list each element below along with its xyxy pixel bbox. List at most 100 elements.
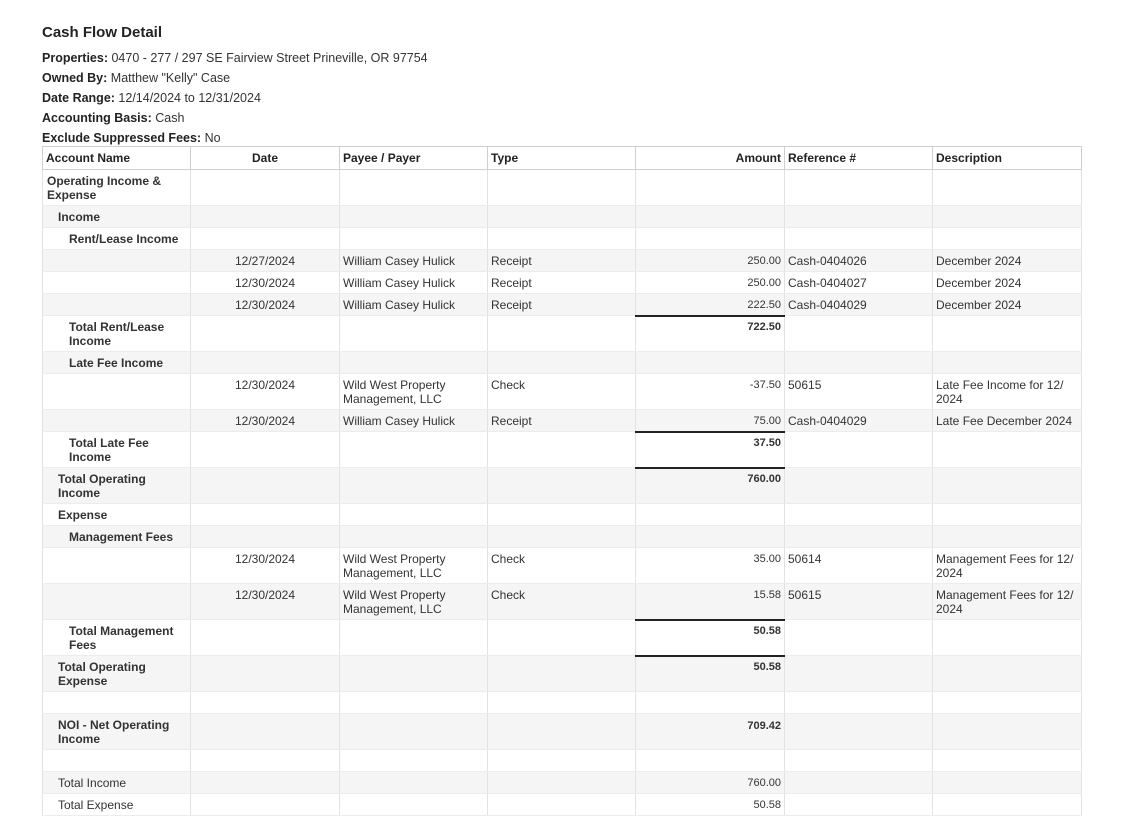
tx-amount: 250.00 (635, 249, 785, 272)
section-row: Expense (42, 503, 1082, 526)
tx-reference: Cash-0404029 (784, 409, 933, 432)
tx-date: 12/27/2024 (190, 249, 340, 272)
table-row[interactable]: 12/27/2024 William Casey Hulick Receipt … (42, 249, 1082, 272)
table-header-row: Account Name Date Payee / Payer Type Amo… (42, 146, 1082, 170)
section-label: Late Fee Income (42, 351, 191, 374)
meta-value: Matthew "Kelly" Case (110, 71, 231, 85)
meta-value: No (204, 131, 221, 145)
meta-properties: Properties: 0470 - 277 / 297 SE Fairview… (42, 51, 428, 65)
tx-amount: 222.50 (635, 293, 785, 316)
table-row[interactable]: 12/30/2024 Wild West Property Management… (42, 373, 1082, 410)
spacer-row (42, 749, 1082, 772)
meta-value: 12/14/2024 to 12/31/2024 (118, 91, 261, 105)
section-row: Management Fees (42, 525, 1082, 548)
col-header-type[interactable]: Type (487, 146, 636, 170)
subtotal-amount: 722.50 (635, 314, 785, 352)
tx-description: December 2024 (932, 293, 1082, 316)
subtotal-amount: 50.58 (635, 618, 785, 656)
meta-label: Properties: (42, 51, 108, 65)
tx-description: December 2024 (932, 249, 1082, 272)
tx-date: 12/30/2024 (190, 547, 340, 584)
meta-exclude-suppressed: Exclude Suppressed Fees: No (42, 131, 221, 145)
col-header-reference[interactable]: Reference # (784, 146, 933, 170)
subtotal-label: Total Operating Income (42, 467, 191, 504)
subtotal-amount: 760.00 (635, 466, 785, 504)
tx-date: 12/30/2024 (190, 409, 340, 432)
section-row: Late Fee Income (42, 351, 1082, 374)
tx-date: 12/30/2024 (190, 293, 340, 316)
col-header-amount[interactable]: Amount (635, 146, 785, 170)
summary-row: Total Income 760.00 (42, 771, 1082, 794)
meta-label: Owned By: (42, 71, 108, 85)
summary-amount: 760.00 (635, 771, 785, 794)
subtotal-label: Total Operating Expense (42, 655, 191, 692)
tx-amount: 75.00 (635, 409, 785, 432)
subtotal-row: Total Operating Expense 50.58 (42, 654, 1082, 692)
tx-type: Receipt (487, 249, 636, 272)
tx-reference: 50615 (784, 373, 933, 410)
summary-label: Total Expense (42, 793, 191, 816)
table-row[interactable]: 12/30/2024 William Casey Hulick Receipt … (42, 293, 1082, 316)
tx-description: Late Fee December 2024 (932, 409, 1082, 432)
tx-reference: 50615 (784, 583, 933, 620)
subtotal-amount: 50.58 (635, 654, 785, 692)
tx-amount: -37.50 (635, 373, 785, 410)
summary-label: Total Income (42, 771, 191, 794)
section-row: Income (42, 205, 1082, 228)
section-label: Expense (42, 503, 191, 526)
spacer-row (42, 691, 1082, 714)
summary-amount: 50.58 (635, 793, 785, 816)
col-header-payee[interactable]: Payee / Payer (339, 146, 488, 170)
meta-owned-by: Owned By: Matthew "Kelly" Case (42, 71, 230, 85)
section-label: Management Fees (42, 525, 191, 548)
section-label: Income (42, 205, 191, 228)
tx-amount: 35.00 (635, 547, 785, 584)
col-header-description[interactable]: Description (932, 146, 1082, 170)
subtotal-row: Total Management Fees 50.58 (42, 618, 1082, 656)
tx-type: Receipt (487, 293, 636, 316)
tx-reference: 50614 (784, 547, 933, 584)
tx-payee: Wild West Property Management, LLC (339, 583, 488, 620)
subtotal-row: Total Rent/Lease Income 722.50 (42, 314, 1082, 352)
section-row: Operating Income & Expense (42, 169, 1082, 206)
tx-payee: William Casey Hulick (339, 293, 488, 316)
summary-row: Total Expense 50.58 (42, 793, 1082, 816)
section-label: Operating Income & Expense (42, 169, 191, 206)
subtotal-label: Total Management Fees (42, 619, 191, 656)
tx-payee: William Casey Hulick (339, 249, 488, 272)
report-title: Cash Flow Detail (42, 24, 163, 41)
meta-value: 0470 - 277 / 297 SE Fairview Street Prin… (111, 51, 428, 65)
tx-date: 12/30/2024 (190, 271, 340, 294)
tx-description: December 2024 (932, 271, 1082, 294)
col-header-account[interactable]: Account Name (42, 146, 191, 170)
meta-label: Exclude Suppressed Fees: (42, 131, 202, 145)
tx-type: Check (487, 583, 636, 620)
subtotal-amount: 37.50 (635, 430, 785, 468)
tx-description: Management Fees for 12/ 2024 (932, 547, 1082, 584)
noi-row: NOI - Net Operating Income 709.42 (42, 713, 1082, 750)
meta-date-range: Date Range: 12/14/2024 to 12/31/2024 (42, 91, 261, 105)
table-row[interactable]: 12/30/2024 William Casey Hulick Receipt … (42, 409, 1082, 432)
subtotal-label: Total Rent/Lease Income (42, 315, 191, 352)
tx-amount: 250.00 (635, 271, 785, 294)
tx-type: Receipt (487, 409, 636, 432)
tx-reference: Cash-0404027 (784, 271, 933, 294)
tx-type: Receipt (487, 271, 636, 294)
section-label: Rent/Lease Income (42, 227, 191, 250)
noi-amount: 709.42 (635, 713, 785, 750)
subtotal-row: Total Operating Income 760.00 (42, 466, 1082, 504)
noi-label: NOI - Net Operating Income (42, 713, 191, 750)
col-header-date[interactable]: Date (190, 146, 340, 170)
table-row[interactable]: 12/30/2024 William Casey Hulick Receipt … (42, 271, 1082, 294)
cash-flow-table: Account Name Date Payee / Payer Type Amo… (42, 146, 1082, 816)
subtotal-row: Total Late Fee Income 37.50 (42, 430, 1082, 468)
tx-payee: Wild West Property Management, LLC (339, 373, 488, 410)
subtotal-label: Total Late Fee Income (42, 431, 191, 468)
tx-description: Late Fee Income for 12/ 2024 (932, 373, 1082, 410)
meta-label: Date Range: (42, 91, 115, 105)
meta-value: Cash (155, 111, 185, 125)
table-row[interactable]: 12/30/2024 Wild West Property Management… (42, 547, 1082, 584)
tx-type: Check (487, 547, 636, 584)
table-row[interactable]: 12/30/2024 Wild West Property Management… (42, 583, 1082, 620)
tx-amount: 15.58 (635, 583, 785, 620)
